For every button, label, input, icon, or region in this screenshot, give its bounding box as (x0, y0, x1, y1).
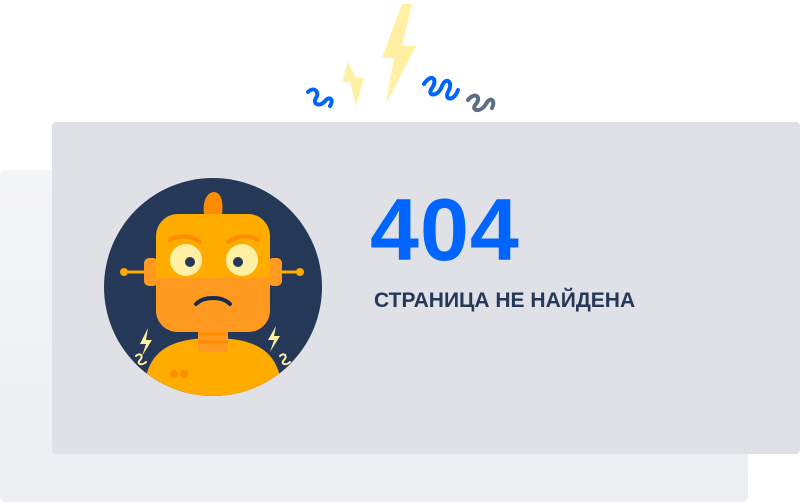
error-page: 404 СТРАНИЦА НЕ НАЙДЕНА (0, 0, 800, 502)
error-message: СТРАНИЦА НЕ НАЙДЕНА (374, 289, 636, 312)
error-code: 404 (370, 180, 520, 279)
lightning-squiggles-icon (306, 4, 496, 112)
robot-avatar-icon (104, 178, 322, 396)
